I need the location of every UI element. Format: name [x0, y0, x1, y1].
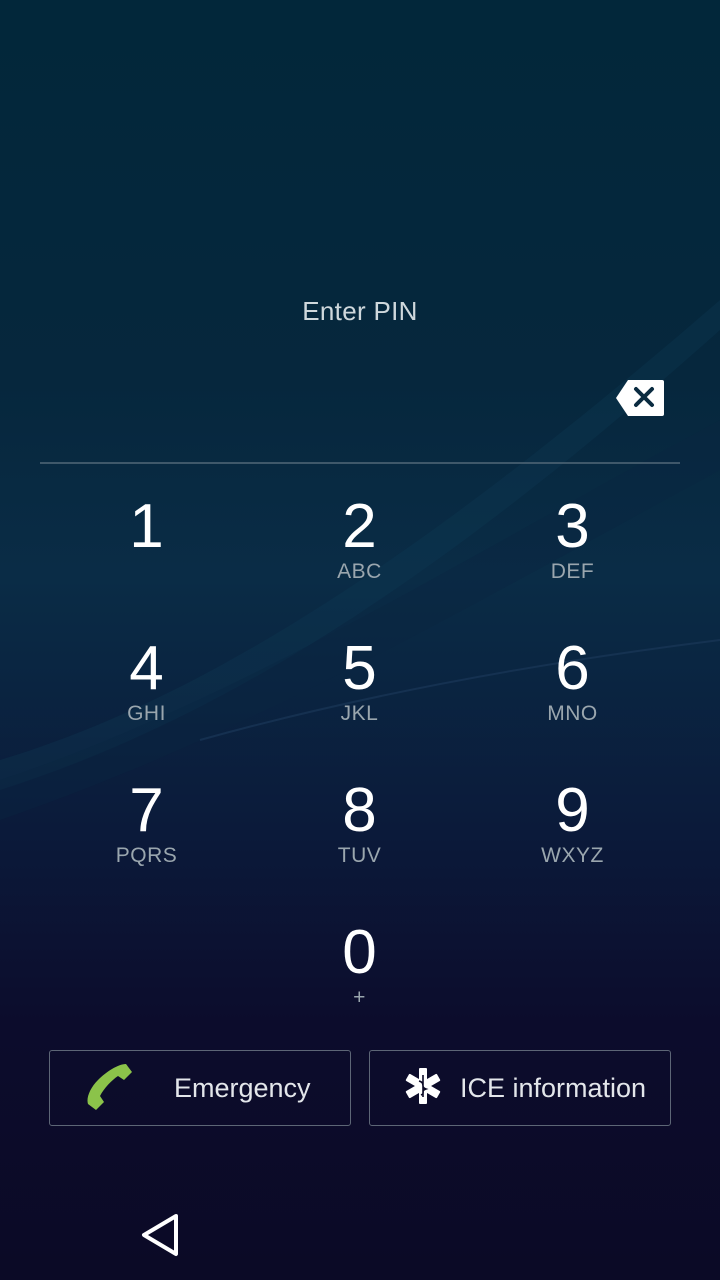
emergency-call-button[interactable]: Emergency: [49, 1050, 351, 1126]
key-digit: 2: [342, 492, 377, 561]
key-digit: 6: [555, 634, 590, 703]
key-letters: JKL: [340, 702, 379, 725]
key-letters: MNO: [547, 702, 598, 725]
nav-back-button[interactable]: [140, 1212, 180, 1258]
key-4[interactable]: 4 GHI: [40, 632, 253, 752]
key-3[interactable]: 3 DEF: [466, 490, 679, 610]
key-6[interactable]: 6 MNO: [466, 632, 679, 752]
pin-entry-divider: [40, 462, 680, 464]
backspace-button[interactable]: [614, 378, 666, 418]
backspace-icon: [616, 380, 664, 416]
key-1[interactable]: 1: [40, 490, 253, 610]
key-letters: DEF: [550, 560, 595, 583]
page-title: Enter PIN: [302, 296, 418, 326]
key-7[interactable]: 7 PQRS: [40, 774, 253, 894]
key-9[interactable]: 9 WXYZ: [466, 774, 679, 894]
key-letters: ABC: [337, 560, 382, 583]
back-triangle-icon: [142, 1214, 178, 1256]
key-digit: 1: [129, 492, 164, 561]
key-letters: GHI: [127, 702, 166, 725]
key-letters: +: [353, 986, 366, 1009]
emergency-label: Emergency: [174, 1072, 311, 1103]
key-digit: 5: [342, 634, 377, 703]
key-2[interactable]: 2 ABC: [253, 490, 466, 610]
key-0[interactable]: 0 +: [253, 916, 466, 1036]
ice-information-label: ICE information: [460, 1072, 647, 1103]
key-digit: 0: [342, 918, 377, 987]
key-5[interactable]: 5 JKL: [253, 632, 466, 752]
key-digit: 4: [129, 634, 164, 703]
key-digit: 7: [129, 776, 164, 845]
key-letters: PQRS: [115, 844, 178, 867]
key-digit: 9: [555, 776, 590, 845]
key-letters: TUV: [337, 844, 382, 867]
key-letters: WXYZ: [541, 844, 604, 867]
key-digit: 8: [342, 776, 377, 845]
key-8[interactable]: 8 TUV: [253, 774, 466, 894]
ice-information-button[interactable]: ICE information: [369, 1050, 671, 1126]
phone-icon: [82, 1058, 138, 1119]
key-digit: 3: [555, 492, 590, 561]
star-of-life-icon: [404, 1067, 442, 1110]
